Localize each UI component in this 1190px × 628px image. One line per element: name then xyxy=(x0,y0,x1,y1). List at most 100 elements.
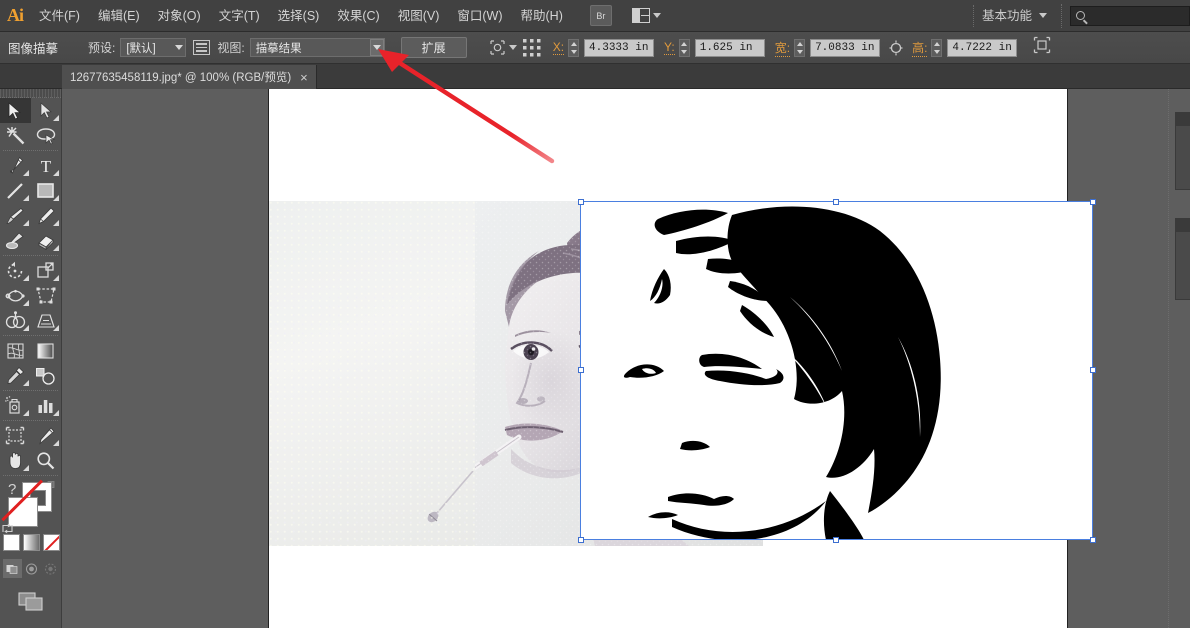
rotate-tool-icon[interactable] xyxy=(0,258,31,283)
traced-vector-artwork[interactable] xyxy=(580,201,1093,540)
zoom-tool-icon[interactable] xyxy=(31,448,62,473)
panel-dock xyxy=(1168,89,1190,628)
scale-tool-icon[interactable] xyxy=(31,258,62,283)
width-group: 宽: 7.0833 in xyxy=(774,38,881,57)
gradient-tool-icon[interactable] xyxy=(31,338,62,363)
type-tool-icon[interactable]: T xyxy=(31,153,62,178)
flyout-triangle-icon xyxy=(22,300,29,306)
change-screen-mode-button[interactable] xyxy=(0,587,62,617)
lasso-tool-icon[interactable] xyxy=(31,123,62,148)
constrain-proportions-button[interactable] xyxy=(888,39,904,57)
width-input[interactable]: 7.0833 in xyxy=(810,38,881,57)
document-tab-bar: 12677635458119.jpg* @ 100% (RGB/预览) × xyxy=(0,64,1190,89)
menu-effect[interactable]: 效果(C) xyxy=(328,0,388,32)
rectangle-tool-icon[interactable] xyxy=(31,178,62,203)
menu-window[interactable]: 窗口(W) xyxy=(448,0,511,32)
free-transform-tool-icon[interactable] xyxy=(31,283,62,308)
draw-normal-button[interactable] xyxy=(2,559,22,578)
flyout-triangle-icon xyxy=(53,410,59,416)
perspective-grid-tool-icon[interactable] xyxy=(31,308,62,333)
arrange-documents-button[interactable] xyxy=(631,8,661,23)
swap-fill-stroke-button[interactable] xyxy=(1,522,14,535)
artboard xyxy=(268,89,1096,628)
paintbrush-tool-icon[interactable] xyxy=(0,203,31,228)
chevron-down-icon xyxy=(175,45,184,50)
height-label: 高: xyxy=(912,40,928,57)
panel-group-1-header[interactable] xyxy=(1176,113,1190,126)
flyout-triangle-icon xyxy=(53,115,59,121)
image-trace-panel-button[interactable] xyxy=(193,40,211,55)
color-mode-swatches xyxy=(0,534,62,554)
direct-selection-tool-icon[interactable] xyxy=(31,98,62,123)
expand-button[interactable]: 扩展 xyxy=(400,37,467,58)
eraser-tool-icon[interactable] xyxy=(31,228,62,253)
height-input[interactable]: 4.7222 in xyxy=(947,38,1018,57)
chevron-down-icon xyxy=(372,45,381,50)
color-swatch-button[interactable] xyxy=(2,534,20,551)
document-tab[interactable]: 12677635458119.jpg* @ 100% (RGB/预览) × xyxy=(62,65,317,89)
close-icon[interactable]: × xyxy=(300,71,308,84)
draw-normal-icon xyxy=(6,564,17,574)
flyout-triangle-icon xyxy=(22,170,29,176)
illustrator-window: Ai 文件(F) 编辑(E) 对象(O) 文字(T) 选择(S) 效果(C) 视… xyxy=(0,0,1190,628)
y-input[interactable]: 1.625 in xyxy=(694,38,765,57)
flyout-triangle-icon xyxy=(53,195,59,201)
eyedropper-tool-icon[interactable] xyxy=(0,363,31,388)
blob-brush-tool-icon[interactable] xyxy=(0,228,31,253)
menu-type[interactable]: 文字(T) xyxy=(210,0,269,32)
slice-tool-icon[interactable] xyxy=(31,423,62,448)
mesh-tool-icon[interactable] xyxy=(0,338,31,363)
line-segment-tool-icon[interactable] xyxy=(0,178,31,203)
none-swatch-button[interactable] xyxy=(42,534,60,551)
menu-object[interactable]: 对象(O) xyxy=(149,0,210,32)
view-dropdown[interactable]: 描摹结果 xyxy=(249,38,385,57)
width-stepper[interactable] xyxy=(794,38,806,57)
isolate-selected-object-button[interactable] xyxy=(489,39,517,56)
menu-select[interactable]: 选择(S) xyxy=(269,0,329,32)
menu-file[interactable]: 文件(F) xyxy=(30,0,89,32)
gradient-swatch-button[interactable] xyxy=(22,534,40,551)
control-bar-title: 图像描摹 xyxy=(8,42,59,56)
selection-tool-icon[interactable] xyxy=(0,98,31,123)
x-stepper[interactable] xyxy=(568,38,580,57)
blend-tool-icon[interactable] xyxy=(31,363,62,388)
magic-wand-tool-icon[interactable] xyxy=(0,123,31,148)
flyout-triangle-icon xyxy=(53,245,59,251)
canvas-area[interactable] xyxy=(62,89,1190,628)
go-to-bridge-button[interactable]: Br xyxy=(589,5,612,26)
view-dropdown-button[interactable] xyxy=(369,39,384,56)
preset-dropdown[interactable]: [默认] xyxy=(120,38,187,57)
shape-builder-tool-icon[interactable] xyxy=(0,308,31,333)
menu-edit[interactable]: 编辑(E) xyxy=(89,0,149,32)
tools-panel-drag-handle[interactable] xyxy=(0,89,61,98)
transform-panel-button[interactable] xyxy=(1033,36,1051,59)
reference-point-selector[interactable] xyxy=(521,37,543,59)
cigarette-tip-detail xyxy=(427,471,474,523)
y-stepper[interactable] xyxy=(678,38,690,57)
document-tab-label: 12677635458119.jpg* @ 100% (RGB/预览) xyxy=(70,72,292,84)
menu-view[interactable]: 视图(V) xyxy=(389,0,449,32)
panel-group-2-header[interactable] xyxy=(1176,219,1190,232)
hand-tool-icon[interactable] xyxy=(0,448,31,473)
collapsed-panel-group-2[interactable] xyxy=(1175,218,1190,300)
collapsed-panel-group-1[interactable] xyxy=(1175,112,1190,190)
draw-behind-button[interactable] xyxy=(22,559,41,578)
draw-inside-button[interactable] xyxy=(41,559,60,578)
column-graph-tool-icon[interactable] xyxy=(31,393,62,418)
svg-text:T: T xyxy=(41,157,52,175)
workspace-switcher[interactable]: 基本功能 xyxy=(972,4,1055,27)
artboard-tool-icon[interactable] xyxy=(0,423,31,448)
y-label: Y: xyxy=(664,40,675,55)
draw-behind-icon xyxy=(25,562,37,575)
help-icon[interactable]: ? xyxy=(8,481,16,498)
width-tool-icon[interactable] xyxy=(0,283,31,308)
search-input[interactable] xyxy=(1070,5,1190,26)
pen-tool-icon[interactable] xyxy=(0,153,31,178)
symbol-sprayer-tool-icon[interactable] xyxy=(0,393,31,418)
view-label: 视图: xyxy=(217,41,245,55)
x-input[interactable]: 4.3333 in xyxy=(584,38,655,57)
height-stepper[interactable] xyxy=(931,38,943,57)
pencil-tool-icon[interactable] xyxy=(31,203,62,228)
photo-left-background xyxy=(269,201,475,546)
menu-help[interactable]: 帮助(H) xyxy=(512,0,572,32)
